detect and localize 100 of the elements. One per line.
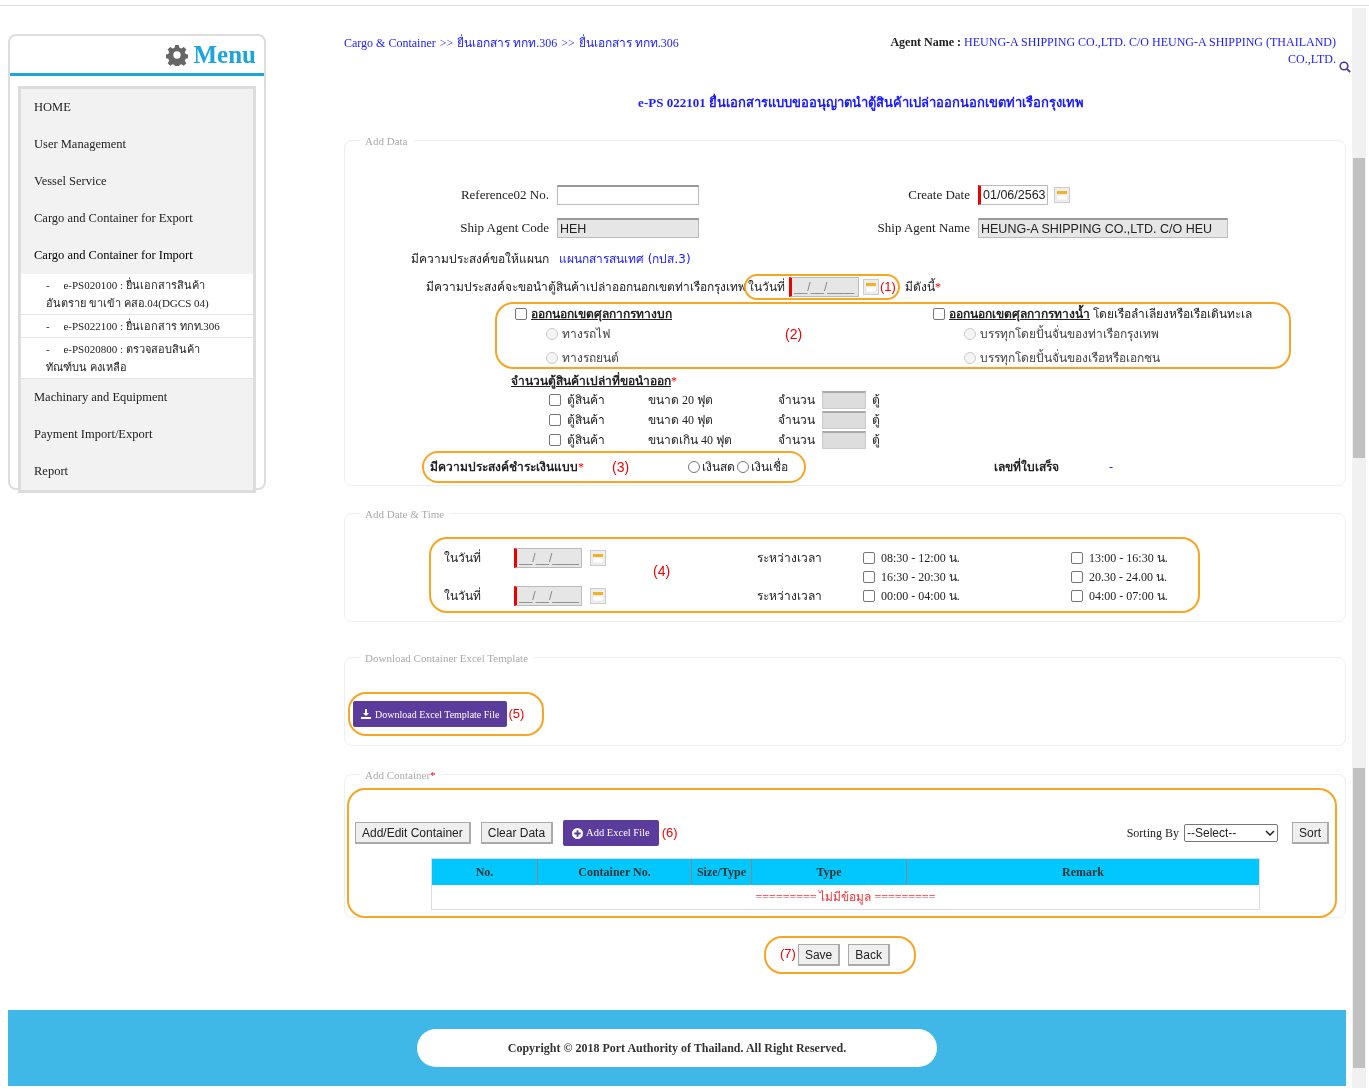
unit-label: ตู้ (872, 412, 880, 429)
menu-title: Menu (193, 39, 256, 70)
column-header: Type (752, 859, 907, 885)
section-heading: จำนวนตู้สินค้าเปล่าที่ขอนำออก (511, 372, 671, 390)
field-label: ระหว่างเวลา (757, 587, 822, 605)
field-label: ในวันที่ (444, 586, 482, 605)
field-label: Ship Agent Name (876, 219, 970, 238)
breadcrumb-link[interactable]: ยื่นเอกสาร ทกท.306 (578, 34, 679, 52)
checkbox[interactable] (1071, 570, 1083, 583)
save-button[interactable]: Save (797, 944, 841, 966)
chevron-down-icon (1265, 830, 1275, 836)
section-legend: Add Container (365, 767, 431, 784)
option-label: ตู้สินค้า (567, 392, 606, 409)
field-label: จำนวน (778, 432, 816, 449)
checkbox[interactable] (863, 589, 875, 602)
breadcrumb-link[interactable]: Cargo & Container (344, 34, 436, 52)
toolbar-button[interactable]: Add/Edit Container (355, 822, 471, 844)
option-label: บรรทุกโดยปั้นจั่นของเรือหรือเอกชน (980, 349, 1160, 367)
field-label: มีความประสงค์จะขอนำตู้สินค้าเปล่าออกนอกเขตท่าเรือกรุงเทพ (425, 279, 746, 296)
section-legend: Add Date & Time (365, 506, 445, 523)
sort-dropdown[interactable]: --Select-- (1184, 824, 1278, 842)
field-label: Sorting By (1126, 825, 1179, 842)
page-title: e-PS 022101 ยื่นเอกสารแบบขออนุญาตนำตู้สินค้าเปล่าออกนอกเขตท่าเรือกรุงเทพ (637, 92, 1085, 113)
column-header: Remark (1061, 864, 1105, 881)
option-heading: ออกนอกเขตศุลกากรทางน้ำ โดยเรือลำเลียงหรือเรือเดินทะเล (949, 305, 1252, 323)
field-label: จำนวน (778, 392, 816, 409)
time-slot-label: 13:00 - 16:30 น. (1089, 549, 1168, 567)
checkbox[interactable] (1071, 589, 1083, 602)
field-label: มีดังนี้ (904, 278, 935, 296)
option-label: เงินเชื่อ (751, 458, 788, 476)
column-header: Size/Type (692, 859, 752, 885)
field-label: มีความประสงค์ชำระเงินแบบ (430, 459, 578, 476)
menu-item[interactable]: Payment Import/Export (21, 416, 253, 453)
menu-item[interactable]: Vessel Service (21, 163, 253, 200)
field-label: ระหว่างเวลา (757, 549, 822, 567)
annotation-label: (2) (785, 325, 803, 344)
submenu-item[interactable]: - e-PS020100 : ยื่นเอกสารสินค้าอันตราย ขาเข้า คสอ.04(DGCS 04) (21, 274, 253, 315)
breadcrumb-separator: >> (439, 35, 454, 52)
column-header: No. (432, 859, 538, 885)
field-label: จำนวน (778, 412, 816, 429)
text-field[interactable]: HEUNG-A SHIPPING CO.,LTD. C/O HEU (978, 218, 1228, 238)
checkbox[interactable] (1071, 551, 1083, 564)
date-field[interactable]: __/__/____ (514, 547, 582, 568)
field-label: เลขที่ใบเสร็จ (994, 458, 1060, 476)
date-field[interactable]: __/__/____ (789, 277, 859, 297)
checkbox[interactable] (933, 308, 945, 320)
radio-button[interactable] (688, 461, 700, 473)
text-field[interactable] (557, 185, 699, 205)
time-slot-label: 16:30 - 20:30 น. (881, 568, 960, 586)
checkbox[interactable] (515, 308, 527, 320)
field-label: ในวันที่ (748, 278, 785, 296)
section-legend: Add Data (365, 133, 408, 150)
submenu-item[interactable]: - e-PS020800 : ตรวจสอบสินค้าทัณฑ์บน คงเหลือ (21, 338, 253, 379)
date-field[interactable]: __/__/____ (514, 585, 582, 606)
menu-item[interactable]: User Management (21, 126, 253, 163)
receipt-value: - (1109, 459, 1113, 476)
text-field[interactable]: HEH (557, 218, 699, 238)
agent-name: Agent Name : HEUNG-A SHIPPING CO.,LTD. C/O HEUNG-A SHIPPING (THAILAND) CO.,LTD. (889, 34, 1336, 68)
unit-label: ตู้ (872, 432, 880, 449)
submenu-item[interactable]: - e-PS022100 : ยื่นเอกสาร ทกท.306 (21, 315, 253, 338)
toolbar-button[interactable]: Clear Data (480, 822, 554, 844)
breadcrumb-separator: >> (561, 35, 575, 52)
date-field[interactable]: 01/06/2563 (978, 185, 1048, 205)
option-label: เงินสด (702, 459, 735, 476)
option-label: บรรทุกโดยปั้นจั่นของท่าเรือกรุงเทพ (980, 325, 1159, 343)
checkbox[interactable] (863, 551, 875, 564)
quantity-field[interactable] (822, 391, 866, 409)
menu-item[interactable]: Cargo and Container for Export (21, 200, 253, 237)
radio-button[interactable] (737, 461, 749, 473)
download-icon (361, 709, 371, 719)
time-slot-label: 08:30 - 12:00 น. (881, 549, 960, 567)
department-value: แผนกสารสนเทศ (กปส.3) (559, 251, 691, 268)
option-heading: ออกนอกเขตศุลกากรทางบก (531, 306, 672, 323)
menu-item[interactable]: Machinary and Equipment (21, 379, 253, 416)
plus-circle-icon (572, 827, 584, 839)
size-label: ขนาดเกิน 40 ฟุต (648, 432, 733, 449)
annotation-label: (5) (508, 705, 525, 724)
size-label: ขนาด 40 ฟุต (648, 412, 714, 429)
annotation-label: (3) (612, 457, 631, 477)
column-header: Container No. (538, 859, 692, 885)
checkbox[interactable] (863, 570, 875, 583)
add-excel-button[interactable]: Add Excel File (563, 820, 659, 846)
sort-button[interactable]: Sort (1292, 822, 1329, 844)
menu-item[interactable]: HOME (21, 89, 253, 126)
quantity-field[interactable] (822, 411, 866, 429)
empty-message: ========= ไม่มีข้อมูล ========= (755, 889, 936, 906)
scrollbar[interactable] (1352, 8, 1366, 1088)
time-slot-label: 20.30 - 24.00 น. (1089, 568, 1167, 586)
download-button[interactable]: Download Excel Template File (353, 701, 508, 727)
breadcrumb-link[interactable]: ยื่นเอกสาร ทกท.306 (457, 34, 558, 52)
checkbox[interactable] (549, 414, 561, 426)
checkbox[interactable] (549, 434, 561, 446)
back-button[interactable]: Back (848, 944, 890, 966)
size-label: ขนาด 20 ฟุต (648, 392, 714, 409)
menu-item[interactable]: Report (21, 453, 253, 490)
quantity-field[interactable] (822, 431, 866, 449)
search-icon[interactable] (1339, 61, 1351, 73)
menu-item[interactable]: Cargo and Container for Import (21, 237, 253, 274)
checkbox[interactable] (549, 394, 561, 406)
field-label: Ship Agent Code (459, 219, 549, 238)
